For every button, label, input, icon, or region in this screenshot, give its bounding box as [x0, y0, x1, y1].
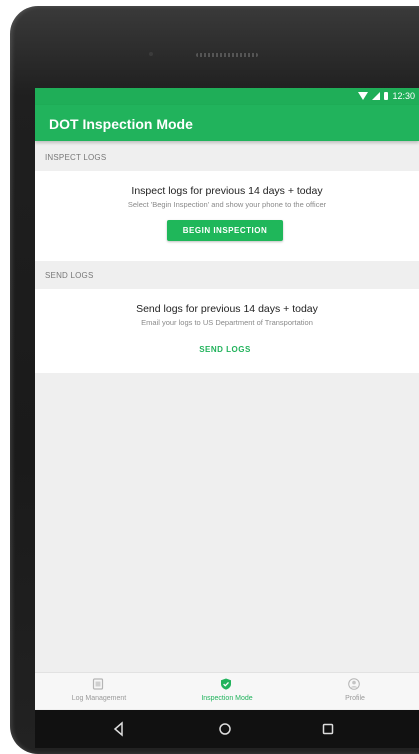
document-icon — [92, 678, 104, 690]
nav-label: Profile — [345, 695, 365, 702]
signal-icon — [372, 92, 381, 100]
send-logs-subtitle: Email your logs to US Department of Tran… — [141, 318, 313, 327]
status-bar: 12:30 — [35, 88, 419, 105]
inspect-logs-card: Inspect logs for previous 14 days + toda… — [35, 171, 419, 261]
earpiece-speaker — [196, 53, 258, 57]
inspect-logs-title: Inspect logs for previous 14 days + toda… — [131, 185, 323, 197]
system-navigation-bar — [35, 710, 419, 748]
app-screen: 12:30 DOT Inspection Mode INSPECT LOGS I… — [35, 88, 419, 716]
send-logs-button[interactable]: SEND LOGS — [175, 340, 275, 358]
recents-icon[interactable] — [319, 720, 337, 738]
nav-label: Inspection Mode — [201, 695, 253, 702]
front-camera — [149, 52, 153, 56]
inspect-logs-subtitle: Select 'Begin Inspection' and show your … — [127, 200, 327, 209]
send-logs-title: Send logs for previous 14 days + today — [136, 303, 318, 315]
nav-log-management[interactable]: Log Management — [35, 673, 163, 709]
begin-inspection-button[interactable]: BEGIN INSPECTION — [167, 220, 283, 241]
nav-inspection-mode[interactable]: Inspection Mode — [163, 673, 291, 709]
back-icon[interactable] — [110, 720, 128, 738]
person-icon — [348, 678, 360, 690]
battery-icon — [384, 92, 389, 100]
shield-check-icon — [221, 678, 231, 690]
status-icons: 12:30 — [358, 91, 415, 101]
home-icon[interactable] — [216, 720, 234, 738]
wifi-icon — [358, 92, 369, 100]
nav-label: Log Management — [71, 695, 127, 702]
send-logs-header: SEND LOGS — [45, 271, 94, 280]
nav-profile[interactable]: Profile — [291, 673, 419, 709]
inspect-logs-header: INSPECT LOGS — [45, 153, 107, 162]
bottom-navigation: Log Management Inspection Mode Profile — [35, 672, 419, 709]
page-title: DOT Inspection Mode — [49, 116, 193, 132]
app-bar: DOT Inspection Mode — [35, 105, 419, 141]
send-logs-card: Send logs for previous 14 days + today E… — [35, 289, 419, 373]
status-time: 12:30 — [392, 91, 415, 101]
